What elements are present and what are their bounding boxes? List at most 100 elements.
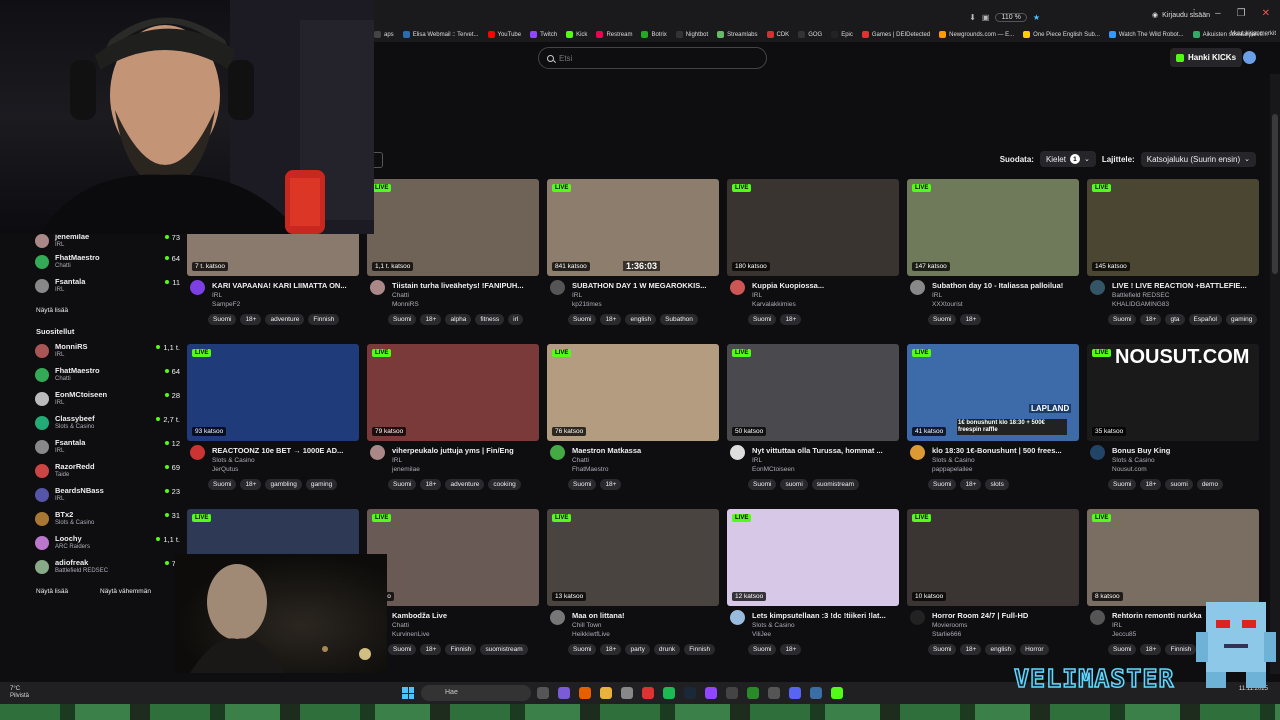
- task-view-icon[interactable]: [537, 687, 549, 699]
- tag-chip[interactable]: Suomi: [568, 644, 597, 655]
- stream-title[interactable]: SUBATHON DAY 1 W MEGAROKKIS...: [572, 281, 717, 290]
- tag-chip[interactable]: 18+: [420, 479, 442, 490]
- channel-avatar[interactable]: [370, 280, 385, 295]
- bookmark-item[interactable]: One Piece English Sub...: [1023, 31, 1100, 38]
- tag-chip[interactable]: slots: [985, 479, 1009, 490]
- stream-title[interactable]: Tiistain turha liveähetys! !FANIPUH...: [392, 281, 537, 290]
- sidebar-item[interactable]: BTx2 Slots & Casino 31: [34, 509, 180, 531]
- stream-category[interactable]: Chatti: [392, 292, 409, 299]
- sidebar-item[interactable]: Loochy ARC Raiders 1,1 t.: [34, 533, 180, 555]
- tag-chip[interactable]: fitness: [475, 314, 505, 325]
- settings-icon[interactable]: [768, 687, 780, 699]
- bookmark-item[interactable]: Epic: [831, 31, 853, 38]
- stream-category[interactable]: IRL: [752, 457, 762, 464]
- stream-title[interactable]: REACTOONZ 10e BET → 1000E AD...: [212, 446, 357, 455]
- restore-icon[interactable]: ❐: [1237, 8, 1246, 19]
- stream-thumbnail[interactable]: LIVE 1,1 t. katsoo: [367, 179, 539, 276]
- stream-title[interactable]: Subathon day 10 - Italiassa palloilua!: [932, 281, 1077, 290]
- zoom-indicator[interactable]: 110 %: [995, 12, 1027, 22]
- firefox-icon[interactable]: [579, 687, 591, 699]
- weather-widget[interactable]: 7°C Pilvistä: [10, 686, 29, 700]
- bookmark-item[interactable]: aps: [374, 31, 394, 38]
- sidebar-item-followed[interactable]: jenemilae IRL 73: [34, 231, 180, 253]
- xbox-icon[interactable]: [747, 687, 759, 699]
- stream-category[interactable]: Slots & Casino: [212, 457, 255, 464]
- tag-chip[interactable]: 18+: [960, 644, 982, 655]
- show-more-link[interactable]: Näytä lisää: [36, 588, 68, 595]
- bookmark-item[interactable]: Kick: [566, 31, 587, 38]
- tag-chip[interactable]: 18+: [780, 314, 802, 325]
- sidebar-item[interactable]: FhatMaestro Chatti 64: [34, 252, 180, 274]
- bookmark-item[interactable]: GOG: [798, 31, 822, 38]
- stream-card[interactable]: LIVE 145 katsoo LIVE ! LIVE REACTION +BATT…: [1087, 179, 1259, 339]
- channel-avatar[interactable]: [190, 280, 205, 295]
- channel-avatar[interactable]: [1090, 280, 1105, 295]
- stream-card[interactable]: LIVE 147 katsoo Subathon day 10 - Italiass…: [907, 179, 1079, 339]
- chrome-icon[interactable]: [642, 687, 654, 699]
- tag-chip[interactable]: Suomi: [928, 314, 957, 325]
- scroll-thumb[interactable]: [1272, 114, 1278, 274]
- sidebar-item[interactable]: FhatMaestro Chatti 64: [34, 365, 180, 387]
- tag-chip[interactable]: suomistream: [811, 479, 859, 490]
- stream-title[interactable]: Nyt vittuttaa olla Turussa, hommat ...: [752, 446, 897, 455]
- channel-avatar[interactable]: [730, 445, 745, 460]
- search-box[interactable]: [538, 47, 767, 69]
- tag-chip[interactable]: adventure: [265, 314, 305, 325]
- tag-chip[interactable]: Suomi: [208, 479, 237, 490]
- stream-thumbnail[interactable]: LIVE 50 katsoo: [727, 344, 899, 441]
- tag-chip[interactable]: Suomi: [568, 314, 597, 325]
- stream-title[interactable]: klo 18:30 1€-Bonushunt | 500 frees...: [932, 446, 1077, 455]
- search-input[interactable]: [559, 53, 749, 63]
- stream-card[interactable]: LIVE 12 katsoo Lets kimpsutellaan :3 !dc !…: [727, 509, 899, 669]
- user-avatar[interactable]: [1243, 51, 1256, 64]
- discord-icon[interactable]: [789, 687, 801, 699]
- stream-title[interactable]: Maa on littana!: [572, 611, 717, 620]
- stream-card[interactable]: LIVE 180 katsoo Kuppia Kuopiossa... IRL Karv…: [727, 179, 899, 339]
- stream-category[interactable]: Battlefield REDSEC: [1112, 292, 1169, 299]
- page-scrollbar[interactable]: [1270, 74, 1280, 674]
- channel-name[interactable]: FhatMaestro: [572, 466, 609, 473]
- tag-chip[interactable]: 18+: [780, 644, 802, 655]
- channel-name[interactable]: MonniRS: [392, 301, 419, 308]
- channel-name[interactable]: Starlie666: [932, 631, 961, 638]
- channel-avatar[interactable]: [550, 610, 565, 625]
- channel-name[interactable]: XXXtourist: [932, 301, 963, 308]
- stream-title[interactable]: Kuppia Kuopiossa...: [752, 281, 897, 290]
- channel-name[interactable]: EonMCtoiseen: [752, 466, 795, 473]
- tag-chip[interactable]: english: [985, 644, 1017, 655]
- channel-name[interactable]: Jeccu85: [1112, 631, 1136, 638]
- tag-chip[interactable]: 18+: [420, 644, 442, 655]
- steam-icon[interactable]: [684, 687, 696, 699]
- stream-card[interactable]: LIVEatsoo Kambodža Live Chatti KurvinenLive…: [367, 509, 539, 669]
- stream-thumbnail[interactable]: LIVE 841 katsoo 1:36:03: [547, 179, 719, 276]
- stream-thumbnail[interactable]: LIVE 12 katsoo: [727, 509, 899, 606]
- sidebar-item[interactable]: Classybeef Slots & Casino 2,7 t.: [34, 413, 180, 435]
- tag-chip[interactable]: Suomi: [928, 479, 957, 490]
- tag-chip[interactable]: Suomi: [1108, 314, 1137, 325]
- favorite-icon[interactable]: ★: [1033, 13, 1040, 22]
- tag-chip[interactable]: Finnish: [1165, 644, 1197, 655]
- stream-title[interactable]: Bonus Buy King: [1112, 446, 1257, 455]
- store-icon[interactable]: [621, 687, 633, 699]
- stream-title[interactable]: Lets kimpsutellaan :3 !dc !tiikeri !lat.…: [752, 611, 897, 620]
- tag-chip[interactable]: irl: [508, 314, 524, 325]
- stream-thumbnail[interactable]: LIVEatsoo: [367, 509, 539, 606]
- tag-chip[interactable]: Español: [1188, 314, 1223, 325]
- tag-chip[interactable]: suomi: [1165, 479, 1193, 490]
- get-kicks-button[interactable]: Hanki KICKs: [1170, 48, 1243, 67]
- channel-name[interactable]: SampeF2: [212, 301, 240, 308]
- stream-card[interactable]: LIVE 13 katsoo Maa on littana! Chill Town He…: [547, 509, 719, 669]
- calculator-icon[interactable]: [726, 687, 738, 699]
- tag-chip[interactable]: 18+: [420, 314, 442, 325]
- stream-thumbnail[interactable]: LIVE 13 katsoo: [547, 509, 719, 606]
- tag-chip[interactable]: gta: [1165, 314, 1185, 325]
- stream-category[interactable]: IRL: [752, 292, 762, 299]
- tag-chip[interactable]: Finnish: [308, 314, 340, 325]
- stream-title[interactable]: Kambodža Live: [392, 611, 537, 620]
- tag-chip[interactable]: 18+: [240, 479, 262, 490]
- stream-category[interactable]: Chatti: [392, 622, 409, 629]
- stream-category[interactable]: Chatti: [572, 457, 589, 464]
- stream-title[interactable]: KARI VAPAANA! KARI LIIMATTA ON...: [212, 281, 357, 290]
- tag-chip[interactable]: alpha: [445, 314, 472, 325]
- tag-chip[interactable]: Suomi: [748, 644, 777, 655]
